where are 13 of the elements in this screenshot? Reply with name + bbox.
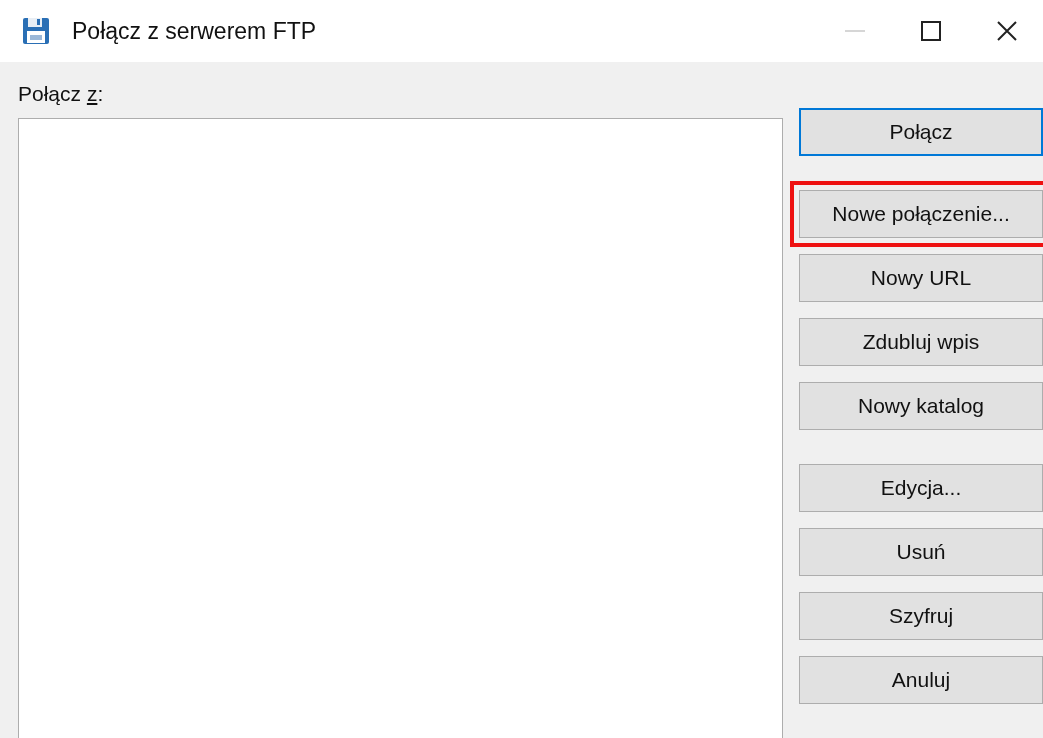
dialog-button[interactable]: Zdubluj wpis	[799, 318, 1043, 366]
dialog-button[interactable]: Usuń	[799, 528, 1043, 576]
dialog-button[interactable]: Połącz	[799, 108, 1043, 156]
dialog-button[interactable]: Nowy katalog	[799, 382, 1043, 430]
dialog-button[interactable]: Nowy URL	[799, 254, 1043, 302]
dialog-button[interactable]: Edycja...	[799, 464, 1043, 512]
dialog-button[interactable]: Szyfruj	[799, 592, 1043, 640]
window-title: Połącz z serwerem FTP	[72, 17, 317, 45]
maximize-icon[interactable]	[921, 21, 941, 41]
dialog-button[interactable]: Nowe połączenie...	[799, 190, 1043, 238]
connect-from-label: Połącz z:	[18, 82, 104, 106]
close-icon[interactable]	[997, 21, 1017, 41]
dialog-button[interactable]: Anuluj	[799, 656, 1043, 704]
